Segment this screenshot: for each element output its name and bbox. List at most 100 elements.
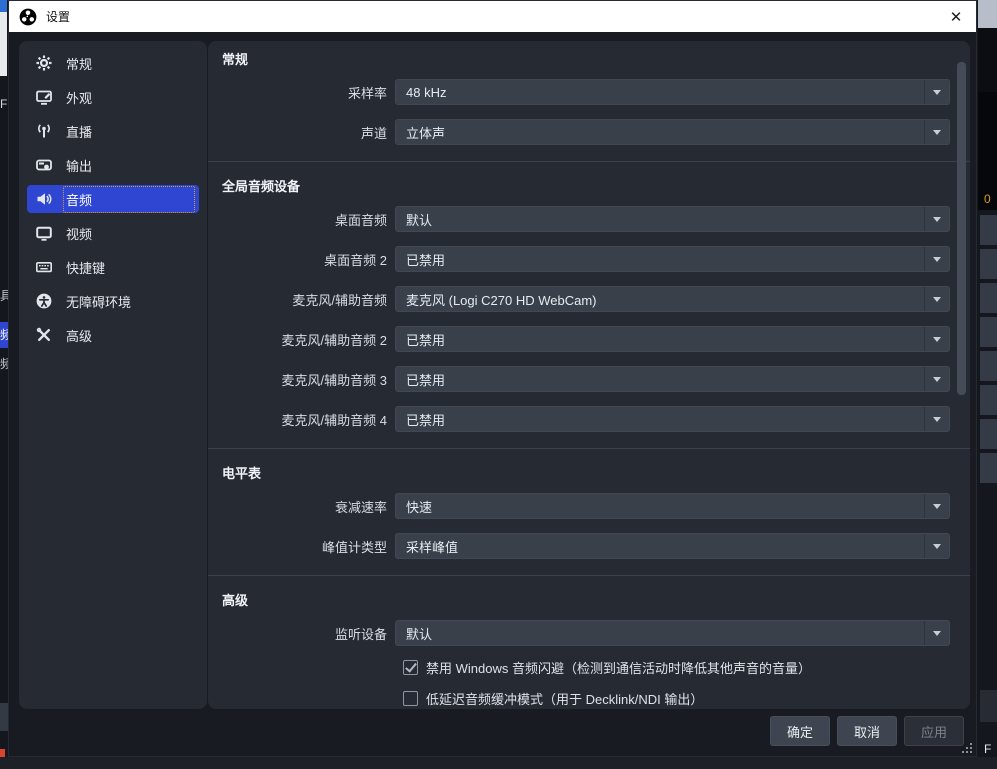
- chevron-down-icon[interactable]: [924, 494, 949, 518]
- checkbox-row[interactable]: 低延迟音频缓冲模式（用于 Decklink/NDI 输出）: [403, 689, 950, 708]
- field-label: 采样率: [222, 83, 395, 102]
- field-label: 峰值计类型: [222, 537, 395, 556]
- dropdown-value: 默认: [406, 624, 432, 643]
- dropdown-value: 已禁用: [406, 370, 445, 389]
- settings-row: 衰减速率快速: [222, 493, 950, 519]
- settings-section: 全局音频设备桌面音频默认桌面音频 2已禁用麦克风/辅助音频麦克风 (Logi C…: [208, 161, 970, 448]
- dialog-footer: 确定 取消 应用: [770, 716, 964, 746]
- resize-grip[interactable]: [961, 742, 973, 754]
- settings-row: 桌面音频 2已禁用: [222, 246, 950, 272]
- background-fragment: 0: [984, 190, 997, 208]
- settings-row: 声道立体声: [222, 119, 950, 145]
- dropdown-select[interactable]: 立体声: [395, 119, 950, 145]
- dropdown-select[interactable]: 默认: [395, 620, 950, 646]
- field-label: 麦克风/辅助音频 3: [222, 370, 395, 389]
- background-fragment: [0, 12, 7, 76]
- dropdown-value: 采样峰值: [406, 537, 458, 556]
- sidebar-item-gear[interactable]: 常规: [27, 49, 199, 77]
- ok-button[interactable]: 确定: [770, 716, 830, 746]
- dropdown-value: 麦克风 (Logi C270 HD WebCam): [406, 290, 596, 309]
- background-fragment: [980, 249, 997, 279]
- sidebar-item-appearance[interactable]: 外观: [27, 83, 199, 111]
- dropdown-value: 已禁用: [406, 330, 445, 349]
- dropdown-select[interactable]: 快速: [395, 493, 950, 519]
- settings-content: 常规采样率48 kHz声道立体声全局音频设备桌面音频默认桌面音频 2已禁用麦克风…: [208, 41, 970, 709]
- checkbox-label: 禁用 Windows 音频闪避（检测到通信活动时降低其他声音的音量）: [426, 658, 811, 677]
- checkbox-row[interactable]: 禁用 Windows 音频闪避（检测到通信活动时降低其他声音的音量）: [403, 658, 950, 677]
- settings-row: 桌面音频默认: [222, 206, 950, 232]
- settings-dialog: 设置 ✕ 常规外观直播输出音频视频快捷键无障碍环境高级 常规采样率 48 kHz 声…: [8, 0, 977, 757]
- settings-sidebar: 常规外观直播输出音频视频快捷键无障碍环境高级: [19, 41, 207, 709]
- background-fragment: [0, 757, 997, 769]
- chevron-down-icon[interactable]: [924, 80, 949, 104]
- sidebar-item-display[interactable]: 视频: [27, 219, 199, 247]
- background-fragment: [980, 453, 997, 483]
- settings-row: 麦克风/辅助音频 3 已禁用: [222, 366, 950, 392]
- settings-section: 常规采样率48 kHz声道立体声: [208, 41, 970, 161]
- field-label: 监听设备: [222, 624, 395, 643]
- obs-logo-icon: [19, 8, 37, 26]
- section-title: 电平表: [222, 463, 950, 478]
- background-fragment: [980, 317, 997, 347]
- chevron-down-icon[interactable]: [924, 247, 949, 271]
- sidebar-item-speaker[interactable]: 音频: [27, 185, 199, 213]
- sidebar-item-label: 快捷键: [63, 254, 195, 281]
- dropdown-select[interactable]: 已禁用: [395, 366, 950, 392]
- background-fragment: [980, 419, 997, 449]
- sidebar-item-keyboard[interactable]: 快捷键: [27, 253, 199, 281]
- background-fragment: F: [984, 740, 997, 758]
- dropdown-select[interactable]: 已禁用: [395, 326, 950, 352]
- sidebar-item-label: 输出: [63, 152, 195, 179]
- chevron-down-icon[interactable]: [924, 327, 949, 351]
- chevron-down-icon[interactable]: [924, 621, 949, 645]
- background-fragment: [0, 703, 8, 731]
- sidebar-item-label: 高级: [63, 322, 195, 349]
- checkbox[interactable]: [403, 660, 418, 675]
- dropdown-select[interactable]: 48 kHz: [395, 79, 950, 105]
- sidebar-item-accessibility[interactable]: 无障碍环境: [27, 287, 199, 315]
- dropdown-select[interactable]: 默认: [395, 206, 950, 232]
- dropdown-select[interactable]: 已禁用: [395, 246, 950, 272]
- dropdown-select[interactable]: 采样峰值: [395, 533, 950, 559]
- field-label: 桌面音频: [222, 210, 395, 229]
- sidebar-item-label: 音频: [63, 186, 195, 213]
- chevron-down-icon[interactable]: [924, 407, 949, 431]
- sidebar-item-broadcast[interactable]: 直播: [27, 117, 199, 145]
- settings-row: 监听设备默认: [222, 620, 950, 646]
- dropdown-value: 48 kHz: [406, 85, 446, 100]
- output-icon: [35, 157, 52, 174]
- chevron-down-icon[interactable]: [924, 367, 949, 391]
- sidebar-item-output[interactable]: 输出: [27, 151, 199, 179]
- sidebar-item-label: 外观: [63, 84, 195, 111]
- background-fragment: F(: [0, 96, 8, 112]
- cancel-button[interactable]: 取消: [837, 716, 897, 746]
- dialog-titlebar[interactable]: 设置 ✕: [9, 1, 976, 32]
- chevron-down-icon[interactable]: [924, 534, 949, 558]
- broadcast-icon: [35, 123, 52, 140]
- settings-row: 麦克风/辅助音频 4已禁用: [222, 406, 950, 432]
- checkbox[interactable]: [403, 691, 418, 706]
- content-scrollbar[interactable]: [957, 47, 966, 703]
- sidebar-item-tools[interactable]: 高级: [27, 321, 199, 349]
- settings-row: 麦克风/辅助音频麦克风 (Logi C270 HD WebCam): [222, 286, 950, 312]
- chevron-down-icon[interactable]: [924, 120, 949, 144]
- display-icon: [35, 225, 52, 242]
- settings-section: 电平表衰减速率快速峰值计类型采样峰值: [208, 448, 970, 575]
- accessibility-icon: [35, 293, 52, 310]
- background-fragment: [980, 385, 997, 415]
- apply-button[interactable]: 应用: [904, 716, 964, 746]
- chevron-down-icon[interactable]: [924, 287, 949, 311]
- dropdown-select[interactable]: 麦克风 (Logi C270 HD WebCam): [395, 286, 950, 312]
- settings-section: 高级监听设备默认禁用 Windows 音频闪避（检测到通信活动时降低其他声音的音…: [208, 575, 970, 709]
- scrollbar-thumb[interactable]: [957, 62, 966, 395]
- close-button[interactable]: ✕: [942, 4, 970, 30]
- speaker-icon: [35, 191, 52, 208]
- tools-icon: [35, 327, 52, 344]
- background-fragment: [978, 28, 997, 92]
- field-label: 衰减速率: [222, 497, 395, 516]
- chevron-down-icon[interactable]: [924, 207, 949, 231]
- dropdown-select[interactable]: 已禁用: [395, 406, 950, 432]
- field-label: 麦克风/辅助音频: [222, 290, 395, 309]
- dropdown-value: 默认: [406, 210, 432, 229]
- settings-row: 麦克风/辅助音频 2已禁用: [222, 326, 950, 352]
